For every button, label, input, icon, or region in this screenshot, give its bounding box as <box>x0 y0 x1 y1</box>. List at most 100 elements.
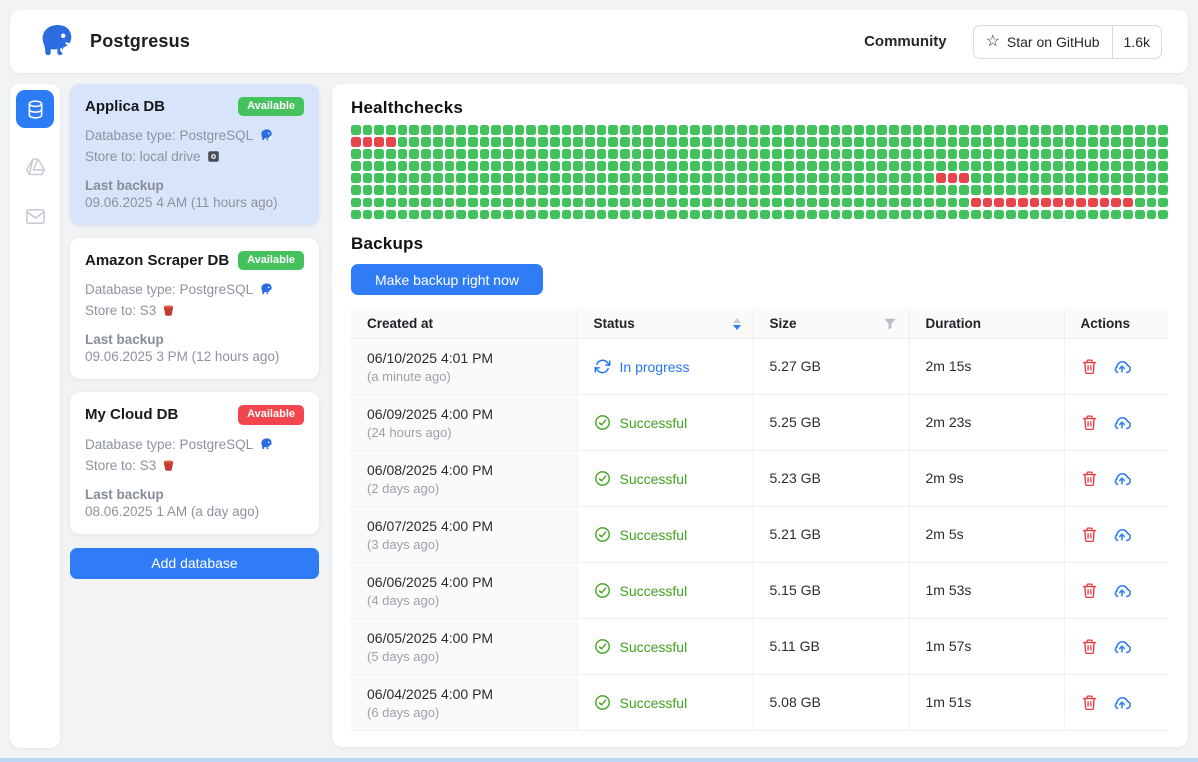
healthcheck-cell-ok <box>1123 125 1133 135</box>
make-backup-button[interactable]: Make backup right now <box>351 264 543 295</box>
database-card[interactable]: My Cloud DBAvailableDatabase type: Postg… <box>70 392 319 533</box>
delete-backup-button[interactable] <box>1081 638 1098 655</box>
healthcheck-cell-ok <box>690 137 700 147</box>
healthcheck-cell-ok <box>690 149 700 159</box>
healthcheck-cell-ok <box>1030 125 1040 135</box>
healthcheck-cell-ok <box>421 161 431 171</box>
delete-backup-button[interactable] <box>1081 526 1098 543</box>
database-card[interactable]: Applica DBAvailableDatabase type: Postgr… <box>70 84 319 225</box>
healthcheck-cell-ok <box>877 210 887 220</box>
delete-backup-button[interactable] <box>1081 358 1098 375</box>
healthcheck-cell-ok <box>1100 161 1110 171</box>
community-link[interactable]: Community <box>864 33 947 50</box>
healthcheck-cell-ok <box>983 185 993 195</box>
size-cell: 5.15 GB <box>753 563 909 619</box>
healthcheck-cell-ok <box>597 210 607 220</box>
duration-cell: 1m 57s <box>909 619 1064 675</box>
healthcheck-cell-ok <box>1135 185 1145 195</box>
healthcheck-cell-ok <box>749 161 759 171</box>
add-database-button[interactable]: Add database <box>70 548 319 579</box>
database-type-label: Database type: PostgreSQL <box>85 434 253 455</box>
status-text: In progress <box>620 359 690 375</box>
sidebar-item-storage[interactable] <box>23 154 47 178</box>
healthcheck-cell-ok <box>409 149 419 159</box>
healthcheck-cell-ok <box>363 149 373 159</box>
healthcheck-cell-ok <box>562 137 572 147</box>
healthcheck-cell-ok <box>538 137 548 147</box>
healthcheck-cell-ok <box>725 137 735 147</box>
healthcheck-cell-ok <box>386 161 396 171</box>
healthcheck-cell-ok <box>877 185 887 195</box>
healthcheck-cell-ok <box>515 198 525 208</box>
status-cell: In progress <box>577 339 753 395</box>
healthcheck-cell-ok <box>959 161 969 171</box>
healthcheck-cell-ok <box>737 185 747 195</box>
healthcheck-cell-ok <box>772 185 782 195</box>
created-at-cell: 06/08/2025 4:00 PM(2 days ago) <box>351 451 577 507</box>
healthcheck-cell-ok <box>515 137 525 147</box>
star-on-github-button[interactable]: ☆ Star on GitHub <box>974 26 1112 58</box>
healthcheck-cell-ok <box>714 173 724 183</box>
healthcheck-cell-ok <box>679 173 689 183</box>
restore-backup-button[interactable] <box>1112 581 1132 601</box>
github-star-count[interactable]: 1.6k <box>1112 26 1161 58</box>
sort-carets-icon[interactable] <box>733 318 741 330</box>
healthcheck-cell-ok <box>515 185 525 195</box>
healthcheck-cell-ok <box>913 198 923 208</box>
table-header-row: Created at Status Size <box>351 309 1168 339</box>
healthcheck-cell-ok <box>1100 125 1110 135</box>
healthcheck-cell-ok <box>550 149 560 159</box>
healthcheck-cell-ok <box>866 161 876 171</box>
healthcheck-cell-ok <box>1123 161 1133 171</box>
column-header-status[interactable]: Status <box>577 309 753 339</box>
delete-backup-button[interactable] <box>1081 414 1098 431</box>
column-header-size[interactable]: Size <box>753 309 909 339</box>
healthcheck-cell-ok <box>889 137 899 147</box>
healthcheck-cell-ok <box>643 137 653 147</box>
healthcheck-cell-ok <box>819 149 829 159</box>
healthcheck-cell-ok <box>433 149 443 159</box>
backup-row: 06/10/2025 4:01 PM(a minute ago)In progr… <box>351 339 1168 395</box>
horizontal-scrollbar[interactable] <box>0 758 1198 762</box>
check-circle-icon <box>594 414 611 431</box>
trash-icon <box>1081 526 1098 543</box>
healthcheck-cell-ok <box>1123 149 1133 159</box>
healthcheck-cell-ok <box>772 137 782 147</box>
healthcheck-cell-ok <box>597 125 607 135</box>
healthcheck-cell-ok <box>1065 125 1075 135</box>
status-cell: Successful <box>577 395 753 451</box>
healthcheck-cell-ok <box>679 125 689 135</box>
sidebar-item-databases[interactable] <box>16 90 54 128</box>
restore-backup-button[interactable] <box>1112 413 1132 433</box>
healthcheck-cell-ok <box>374 210 384 220</box>
healthcheck-cell-ok <box>971 137 981 147</box>
restore-backup-button[interactable] <box>1112 693 1132 713</box>
healthcheck-cell-ok <box>983 125 993 135</box>
restore-backup-button[interactable] <box>1112 357 1132 377</box>
sidebar-item-notifications[interactable] <box>23 204 47 228</box>
healthcheck-cell-ok <box>807 173 817 183</box>
healthcheck-cell-ok <box>655 125 665 135</box>
healthcheck-cell-ok <box>971 125 981 135</box>
healthcheck-cell-ok <box>351 161 361 171</box>
database-card[interactable]: Amazon Scraper DBAvailableDatabase type:… <box>70 238 319 379</box>
delete-backup-button[interactable] <box>1081 470 1098 487</box>
actions-cell <box>1064 339 1168 395</box>
healthcheck-cell-ok <box>772 210 782 220</box>
healthcheck-cell-ok <box>538 198 548 208</box>
healthcheck-cell-ok <box>901 210 911 220</box>
trash-icon <box>1081 358 1098 375</box>
filter-funnel-icon[interactable] <box>883 317 897 331</box>
delete-backup-button[interactable] <box>1081 582 1098 599</box>
healthcheck-cell-ok <box>854 185 864 195</box>
healthcheck-cell-ok <box>1006 173 1016 183</box>
restore-backup-button[interactable] <box>1112 525 1132 545</box>
healthcheck-cell-ok <box>901 137 911 147</box>
delete-backup-button[interactable] <box>1081 694 1098 711</box>
restore-backup-button[interactable] <box>1112 469 1132 489</box>
top-bar: Postgresus Community ☆ Star on GitHub 1.… <box>10 10 1188 73</box>
healthcheck-cell-ok <box>889 149 899 159</box>
healthcheck-cell-ok <box>409 137 419 147</box>
restore-backup-button[interactable] <box>1112 637 1132 657</box>
actions-cell <box>1064 395 1168 451</box>
